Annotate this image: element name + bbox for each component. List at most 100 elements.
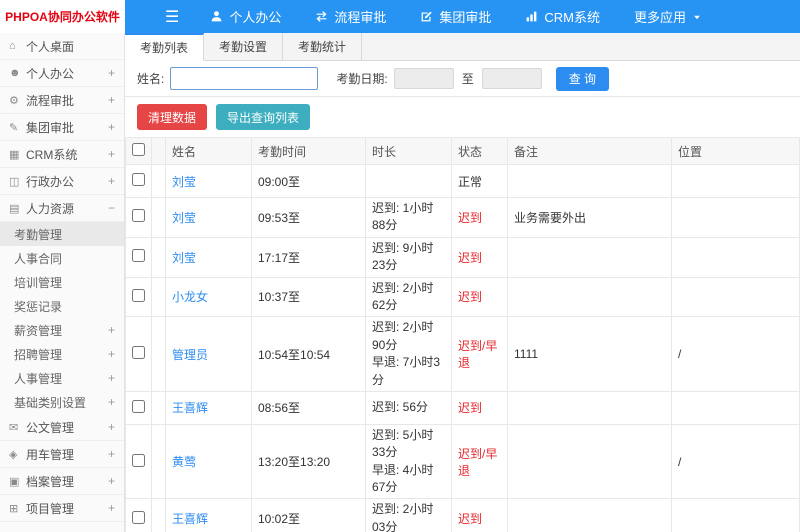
cell-time: 09:00至 bbox=[251, 164, 366, 198]
column-header: 姓名 bbox=[165, 137, 252, 165]
app-window: PHPOA协同办公软件 ☰ 个人办公 流程审批 集团审批 CRM系统 更多应用 ⌂ 个人桌… bbox=[0, 0, 800, 532]
sidebar-item-document-mgmt[interactable]: ✉ 公文管理 + bbox=[0, 414, 124, 441]
cell-location: / bbox=[671, 423, 800, 500]
query-button[interactable]: 查 询 bbox=[555, 66, 610, 91]
sidebar-item-reward-records[interactable]: 奖惩记录 bbox=[0, 294, 124, 318]
cell-name: 黄莺 bbox=[165, 423, 252, 500]
nav-process-approval[interactable]: 流程审批 bbox=[298, 0, 403, 33]
nav-label: CRM系统 bbox=[544, 10, 600, 25]
employee-name-link[interactable]: 刘莹 bbox=[172, 251, 196, 265]
date-from-input[interactable] bbox=[393, 68, 454, 89]
sidebar-item-salary-mgmt[interactable]: 薪资管理 + bbox=[0, 318, 124, 342]
nav-label: 集团审批 bbox=[439, 10, 492, 25]
sidebar-item-label: 集团审批 bbox=[26, 120, 75, 135]
expand-icon: + bbox=[107, 474, 115, 488]
sidebar-item-admin-office[interactable]: ◫ 行政办公 + bbox=[0, 168, 124, 195]
name-filter-input[interactable] bbox=[170, 67, 319, 90]
cell-duration: 迟到: 9小时23分 bbox=[365, 236, 452, 278]
employee-name-link[interactable]: 黄莺 bbox=[172, 455, 196, 469]
table-row: 刘莹 09:00至 正常 bbox=[125, 164, 800, 198]
row-checkbox[interactable] bbox=[132, 173, 145, 186]
gap-cell bbox=[151, 498, 166, 532]
employee-name-link[interactable]: 小龙女 bbox=[172, 290, 208, 304]
row-checkbox-cell bbox=[125, 390, 152, 425]
sidebar-item-label: 招聘管理 bbox=[14, 347, 63, 362]
row-checkbox-cell bbox=[125, 423, 152, 500]
sidebar-item-label: 考勤管理 bbox=[14, 227, 63, 242]
employee-name-link[interactable]: 刘莹 bbox=[172, 211, 196, 225]
caret-down-icon bbox=[692, 12, 702, 22]
row-checkbox-cell bbox=[125, 164, 152, 198]
row-checkbox[interactable] bbox=[132, 510, 145, 524]
cell-note bbox=[507, 498, 672, 532]
employee-name-link[interactable]: 王喜辉 bbox=[172, 401, 208, 415]
tab-attendance-settings[interactable]: 考勤设置 bbox=[204, 33, 284, 60]
filter-bar: 姓名: 考勤日期: 至 查 询 bbox=[125, 61, 800, 97]
row-checkbox[interactable] bbox=[132, 209, 145, 223]
app-logo: PHPOA协同办公软件 bbox=[0, 0, 125, 33]
clean-data-button[interactable]: 清理数据 bbox=[137, 104, 208, 130]
expand-icon: + bbox=[107, 120, 115, 134]
sidebar-item-process-approval[interactable]: ⚙ 流程审批 + bbox=[0, 87, 124, 114]
tab-attendance-list[interactable]: 考勤列表 bbox=[125, 33, 205, 61]
sidebar-item-personal-office[interactable]: ☻ 个人办公 + bbox=[0, 60, 124, 87]
nav-personal-office[interactable]: 个人办公 bbox=[193, 0, 298, 33]
table-row: 王喜辉 08:56至 迟到: 56分 迟到 bbox=[125, 390, 800, 425]
employee-name-link[interactable]: 管理员 bbox=[172, 348, 208, 362]
sidebar-item-archive-mgmt[interactable]: ▣ 档案管理 + bbox=[0, 468, 124, 495]
cell-time: 13:20至13:20 bbox=[251, 423, 366, 500]
hamburger-icon[interactable]: ☰ bbox=[151, 0, 193, 33]
sidebar-item-label: 档案管理 bbox=[26, 474, 75, 489]
column-header: 位置 bbox=[671, 137, 800, 165]
cell-status: 迟到 bbox=[451, 498, 508, 532]
export-list-button[interactable]: 导出查询列表 bbox=[216, 104, 311, 130]
employee-name-link[interactable]: 刘莹 bbox=[172, 175, 196, 189]
cell-status: 正常 bbox=[451, 164, 508, 198]
row-checkbox[interactable] bbox=[132, 346, 145, 360]
sidebar-item-project-mgmt[interactable]: ⊞ 项目管理 + bbox=[0, 495, 124, 522]
project-icon: ⊞ bbox=[9, 502, 19, 515]
sidebar-item-vehicle-mgmt[interactable]: ◈ 用车管理 + bbox=[0, 441, 124, 468]
cell-duration: 迟到: 2小时03分 bbox=[365, 498, 452, 532]
cell-time: 09:53至 bbox=[251, 197, 366, 238]
expand-icon: + bbox=[107, 323, 115, 337]
sidebar-item-training-mgmt[interactable]: 培训管理 bbox=[0, 270, 124, 294]
flow-icon bbox=[315, 10, 328, 23]
cell-duration bbox=[365, 164, 452, 198]
sidebar-item-personnel-contract[interactable]: 人事合同 bbox=[0, 246, 124, 270]
nav-crm-system[interactable]: CRM系统 bbox=[508, 0, 617, 33]
nav-more-apps[interactable]: 更多应用 bbox=[617, 0, 719, 33]
gap-cell bbox=[151, 390, 166, 425]
employee-name-link[interactable]: 王喜辉 bbox=[172, 512, 208, 526]
date-to-input[interactable] bbox=[481, 68, 542, 89]
sidebar-item-human-resources[interactable]: ▤ 人力资源 − bbox=[0, 195, 124, 222]
gap-cell bbox=[151, 236, 166, 278]
sidebar-item-crm-system[interactable]: ▦ CRM系统 + bbox=[0, 141, 124, 168]
cell-name: 刘莹 bbox=[165, 236, 252, 278]
row-checkbox[interactable] bbox=[132, 453, 145, 467]
row-checkbox-cell bbox=[125, 316, 152, 392]
sidebar-item-personnel-mgmt[interactable]: 人事管理 + bbox=[0, 366, 124, 390]
sidebar-item-label: 个人办公 bbox=[26, 66, 75, 81]
row-checkbox-cell bbox=[125, 498, 152, 532]
sidebar-item-recruitment-mgmt[interactable]: 招聘管理 + bbox=[0, 342, 124, 366]
select-all-checkbox[interactable] bbox=[132, 143, 145, 156]
expand-icon: + bbox=[107, 93, 115, 107]
nav-group-approval[interactable]: 集团审批 bbox=[403, 0, 508, 33]
sidebar-item-attendance-mgmt[interactable]: 考勤管理 bbox=[0, 222, 124, 246]
gap-cell bbox=[151, 423, 166, 500]
table-header-row: 姓名 考勤时间 时长 状态 备注 位置 bbox=[125, 137, 800, 165]
cell-status: 迟到 bbox=[451, 276, 508, 318]
cell-time: 10:37至 bbox=[251, 276, 366, 318]
cell-status: 迟到 bbox=[451, 236, 508, 278]
table-row: 王喜辉 10:02至 迟到: 2小时03分 迟到 bbox=[125, 498, 800, 532]
row-checkbox[interactable] bbox=[132, 288, 145, 302]
sidebar-item-group-approval[interactable]: ✎ 集团审批 + bbox=[0, 114, 124, 141]
sidebar-item-base-category-settings[interactable]: 基础类别设置 + bbox=[0, 390, 124, 414]
cell-note bbox=[507, 390, 672, 425]
tab-attendance-stats[interactable]: 考勤统计 bbox=[283, 33, 363, 60]
cell-location: / bbox=[671, 316, 800, 392]
row-checkbox[interactable] bbox=[132, 249, 145, 263]
sidebar-item-personal-desktop[interactable]: ⌂ 个人桌面 bbox=[0, 33, 124, 60]
row-checkbox[interactable] bbox=[132, 399, 145, 413]
